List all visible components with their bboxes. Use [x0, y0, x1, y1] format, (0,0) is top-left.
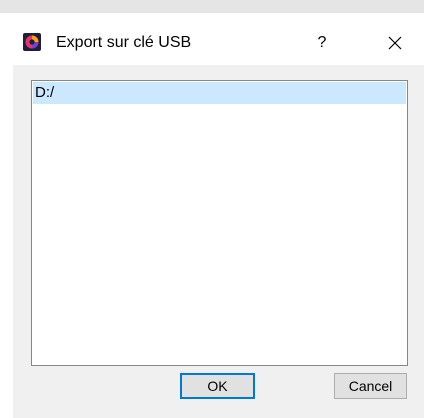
screen: Export sur clé USB ? D:/ OK Cancel	[0, 0, 424, 418]
help-button[interactable]: ?	[307, 31, 337, 55]
export-dialog: Export sur clé USB ? D:/ OK Cancel	[13, 13, 424, 418]
title-bar: Export sur clé USB ?	[13, 13, 424, 65]
app-logo-icon	[23, 33, 41, 51]
drive-list[interactable]: D:/	[31, 80, 408, 366]
ok-button[interactable]: OK	[180, 373, 255, 399]
dialog-title: Export sur clé USB	[56, 34, 192, 51]
background-strip	[0, 0, 424, 13]
list-item-drive[interactable]: D:/	[33, 82, 406, 104]
close-icon	[388, 36, 402, 50]
cancel-button[interactable]: Cancel	[334, 373, 407, 399]
close-button[interactable]	[377, 29, 413, 57]
